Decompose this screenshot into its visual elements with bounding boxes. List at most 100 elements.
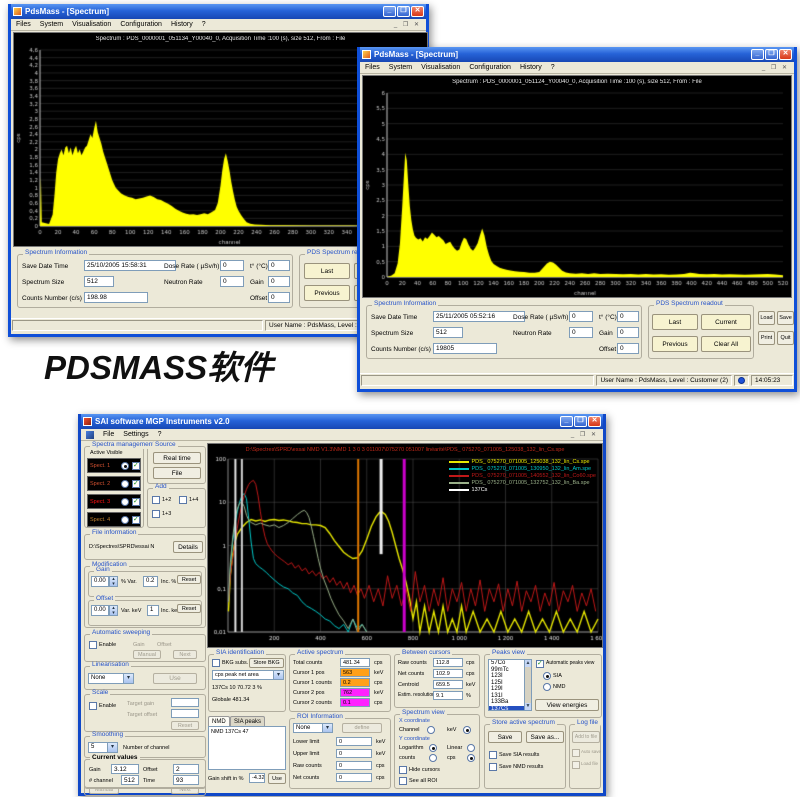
w3-roi-upper-field[interactable]: 0 bbox=[336, 749, 372, 758]
w1-size-field[interactable]: 512 bbox=[84, 276, 114, 287]
w3-peaks-sia-radio[interactable] bbox=[543, 672, 551, 680]
w1-save-date-field[interactable]: 25/10/2005 15:58:31 bbox=[84, 260, 176, 271]
w3-add-1-3-checkbox[interactable] bbox=[152, 510, 160, 518]
w3-gain-shift-use-button[interactable]: Use bbox=[268, 773, 286, 784]
w2-dose-field[interactable]: 0 bbox=[569, 311, 593, 322]
w3-add-to-file-button[interactable]: Add to file bbox=[572, 731, 600, 743]
w3-peaks-scrollbar[interactable] bbox=[524, 660, 531, 710]
w3-linearisation-use-button[interactable]: Use bbox=[153, 673, 197, 684]
w3-kev-radio[interactable] bbox=[463, 726, 471, 734]
w3-spect3-active-radio[interactable] bbox=[121, 498, 129, 506]
w2-menu-history[interactable]: History bbox=[520, 64, 542, 71]
w3-realtime-button[interactable]: Real time bbox=[153, 452, 201, 464]
w2-save-date-field[interactable]: 25/11/2005 05:52:16 bbox=[433, 311, 525, 322]
w3-close-button[interactable] bbox=[588, 416, 601, 427]
w3-details-button[interactable]: Details bbox=[173, 541, 203, 553]
w3-auto-save-checkbox[interactable] bbox=[572, 749, 580, 757]
w3-sweeping-next-button[interactable]: Next bbox=[173, 650, 197, 659]
w3-channel-radio[interactable] bbox=[427, 726, 435, 734]
w1-previous-button[interactable]: Previous bbox=[304, 285, 350, 301]
w1-titlebar[interactable]: PdsMass - [Spectrum] bbox=[11, 4, 426, 19]
w3-hide-cursors-checkbox[interactable] bbox=[399, 766, 407, 774]
w3-peaks-listbox[interactable]: 57Co 99mTc 123I 125I 129I 131I 133Ba 137… bbox=[488, 659, 532, 711]
w3-offset-inc-field[interactable]: 1 bbox=[147, 605, 159, 616]
w2-print-button[interactable]: Print bbox=[758, 331, 775, 345]
w3-peaks-nmd-radio[interactable] bbox=[543, 683, 551, 691]
w1-menu-visualisation[interactable]: Visualisation bbox=[72, 21, 111, 28]
w2-menu-configuration[interactable]: Configuration bbox=[469, 64, 511, 71]
w3-load-file-checkbox[interactable] bbox=[572, 761, 580, 769]
w3-save-nmd-checkbox[interactable] bbox=[489, 763, 497, 771]
w3-linear-radio[interactable] bbox=[467, 744, 475, 752]
w3-gain-reset-button[interactable]: Reset bbox=[177, 575, 201, 584]
w2-menu-files[interactable]: Files bbox=[365, 64, 380, 71]
w3-spect2-active-radio[interactable] bbox=[121, 480, 129, 488]
w3-spect3-visible-checkbox[interactable] bbox=[132, 498, 140, 506]
w3-roi-define-button[interactable]: define bbox=[342, 723, 382, 733]
w2-counts-field[interactable]: 19805 bbox=[433, 343, 497, 354]
w2-quit-button[interactable]: Quit bbox=[777, 331, 794, 345]
w1-counts-field[interactable]: 198.98 bbox=[84, 292, 148, 303]
w3-bkg-subs-checkbox[interactable] bbox=[212, 659, 220, 667]
w2-mdi-controls-icon[interactable] bbox=[762, 64, 789, 71]
w3-spect4-active-radio[interactable] bbox=[121, 516, 129, 524]
w3-spect4-visible-checkbox[interactable] bbox=[132, 516, 140, 524]
w1-last-button[interactable]: Last bbox=[304, 263, 350, 279]
w3-offset-reset-button[interactable]: Reset bbox=[177, 604, 201, 613]
w1-maximize-button[interactable] bbox=[397, 6, 410, 17]
w2-menu-help[interactable]: ? bbox=[551, 64, 555, 71]
w3-offset-value-field[interactable]: 0.00 bbox=[91, 605, 109, 616]
w3-tab-sia-peaks[interactable]: SIA peaks bbox=[230, 716, 265, 726]
w3-gain-shift-field[interactable]: -4.32 bbox=[249, 773, 265, 783]
w3-linearisation-dropdown[interactable]: None bbox=[88, 673, 134, 684]
w3-roi-dropdown[interactable]: None bbox=[293, 723, 333, 733]
w3-titlebar[interactable]: SAI software MGP Instruments v2.0 bbox=[81, 414, 603, 429]
w2-menu-visualisation[interactable]: Visualisation bbox=[421, 64, 460, 71]
w3-save-as-button[interactable]: Save as... bbox=[526, 731, 564, 743]
w3-target-gain-field[interactable] bbox=[171, 698, 199, 707]
w2-minimize-button[interactable] bbox=[751, 49, 764, 60]
w3-counts-radio[interactable] bbox=[429, 754, 437, 762]
w3-gain-inc-field[interactable]: 0.2 bbox=[143, 576, 158, 587]
w1-dose-field[interactable]: 0 bbox=[220, 260, 244, 271]
w3-scale-enable-checkbox[interactable] bbox=[89, 702, 97, 710]
w2-last-button[interactable]: Last bbox=[652, 314, 698, 330]
w3-menu-file[interactable]: File bbox=[103, 431, 114, 438]
w3-smoothing-dropdown[interactable]: 5 bbox=[88, 742, 118, 753]
w3-offset-spinner[interactable] bbox=[109, 605, 118, 616]
w2-maximize-button[interactable] bbox=[765, 49, 778, 60]
w3-spect1-visible-checkbox[interactable] bbox=[132, 462, 140, 470]
w3-tab-nmd[interactable]: NMD bbox=[208, 716, 230, 726]
w1-menu-help[interactable]: ? bbox=[202, 21, 206, 28]
w1-temp-field[interactable]: 0 bbox=[268, 260, 290, 271]
w3-scale-reset-button[interactable]: Reset bbox=[171, 721, 199, 730]
w3-see-all-roi-checkbox[interactable] bbox=[399, 777, 407, 785]
w2-neutron-field[interactable]: 0 bbox=[569, 327, 593, 338]
w2-previous-button[interactable]: Previous bbox=[652, 336, 698, 352]
w1-menu-files[interactable]: Files bbox=[16, 21, 31, 28]
w3-roi-lower-field[interactable]: 0 bbox=[336, 737, 372, 746]
w1-close-button[interactable] bbox=[411, 6, 424, 17]
w2-size-field[interactable]: 512 bbox=[433, 327, 463, 338]
w2-current-button[interactable]: Current bbox=[701, 314, 751, 330]
w3-save-button[interactable]: Save bbox=[488, 731, 522, 743]
w2-save-button[interactable]: Save bbox=[777, 311, 794, 325]
w1-gain-field[interactable]: 0 bbox=[268, 276, 290, 287]
w2-titlebar[interactable]: PdsMass - [Spectrum] bbox=[360, 47, 794, 62]
w1-menu-system[interactable]: System bbox=[40, 21, 63, 28]
w2-gain-field[interactable]: 0 bbox=[617, 327, 639, 338]
w2-load-button[interactable]: Load bbox=[758, 311, 775, 325]
w3-menu-help[interactable]: ? bbox=[158, 431, 162, 438]
w1-menu-history[interactable]: History bbox=[171, 21, 193, 28]
w1-offset-field[interactable]: 0 bbox=[268, 292, 290, 303]
w2-clear-all-button[interactable]: Clear All bbox=[701, 336, 751, 352]
w3-target-offset-field[interactable] bbox=[171, 709, 199, 718]
w3-sweeping-enable-checkbox[interactable] bbox=[89, 641, 97, 649]
w3-add-1-2-checkbox[interactable] bbox=[152, 496, 160, 504]
w3-sweeping-manual-button[interactable]: Manual bbox=[133, 650, 161, 659]
w2-menu-system[interactable]: System bbox=[389, 64, 412, 71]
w3-menu-settings[interactable]: Settings bbox=[123, 431, 148, 438]
w1-neutron-field[interactable]: 0 bbox=[220, 276, 244, 287]
w3-maximize-button[interactable] bbox=[574, 416, 587, 427]
w3-minimize-button[interactable] bbox=[560, 416, 573, 427]
